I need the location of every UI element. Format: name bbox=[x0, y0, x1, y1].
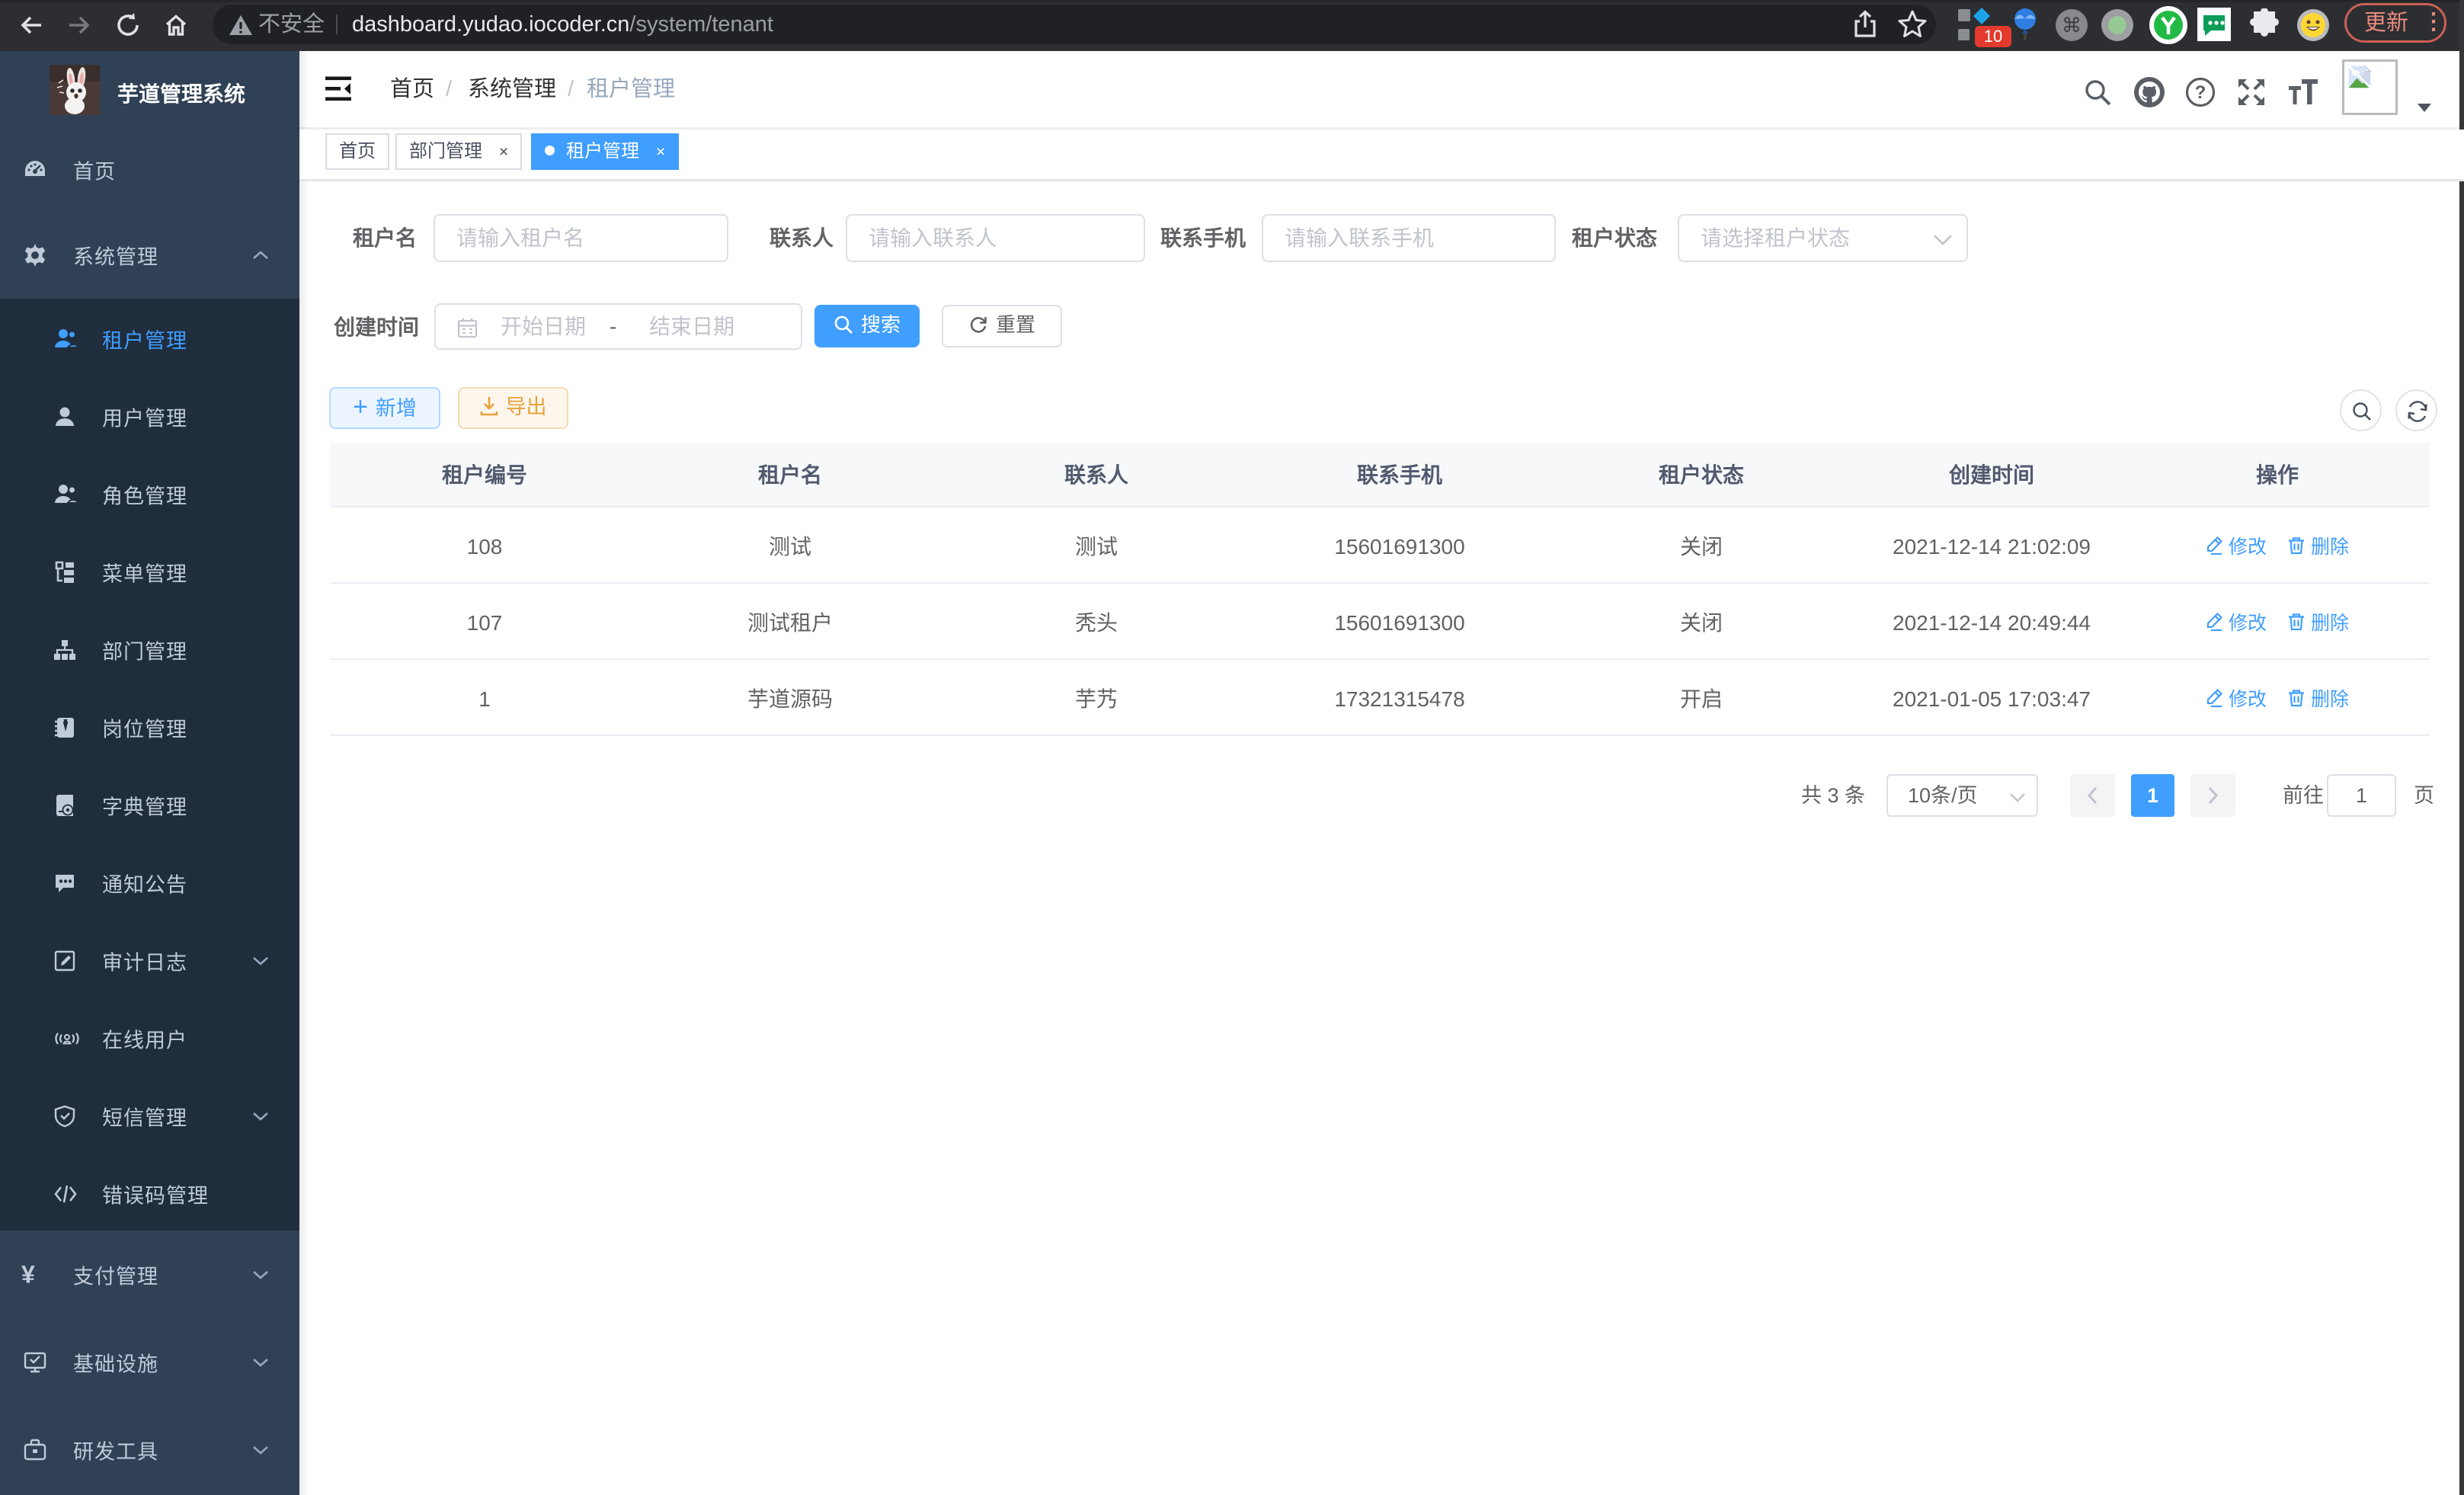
svg-text:?: ? bbox=[2195, 82, 2206, 103]
svg-text:⌘: ⌘ bbox=[2062, 14, 2082, 37]
